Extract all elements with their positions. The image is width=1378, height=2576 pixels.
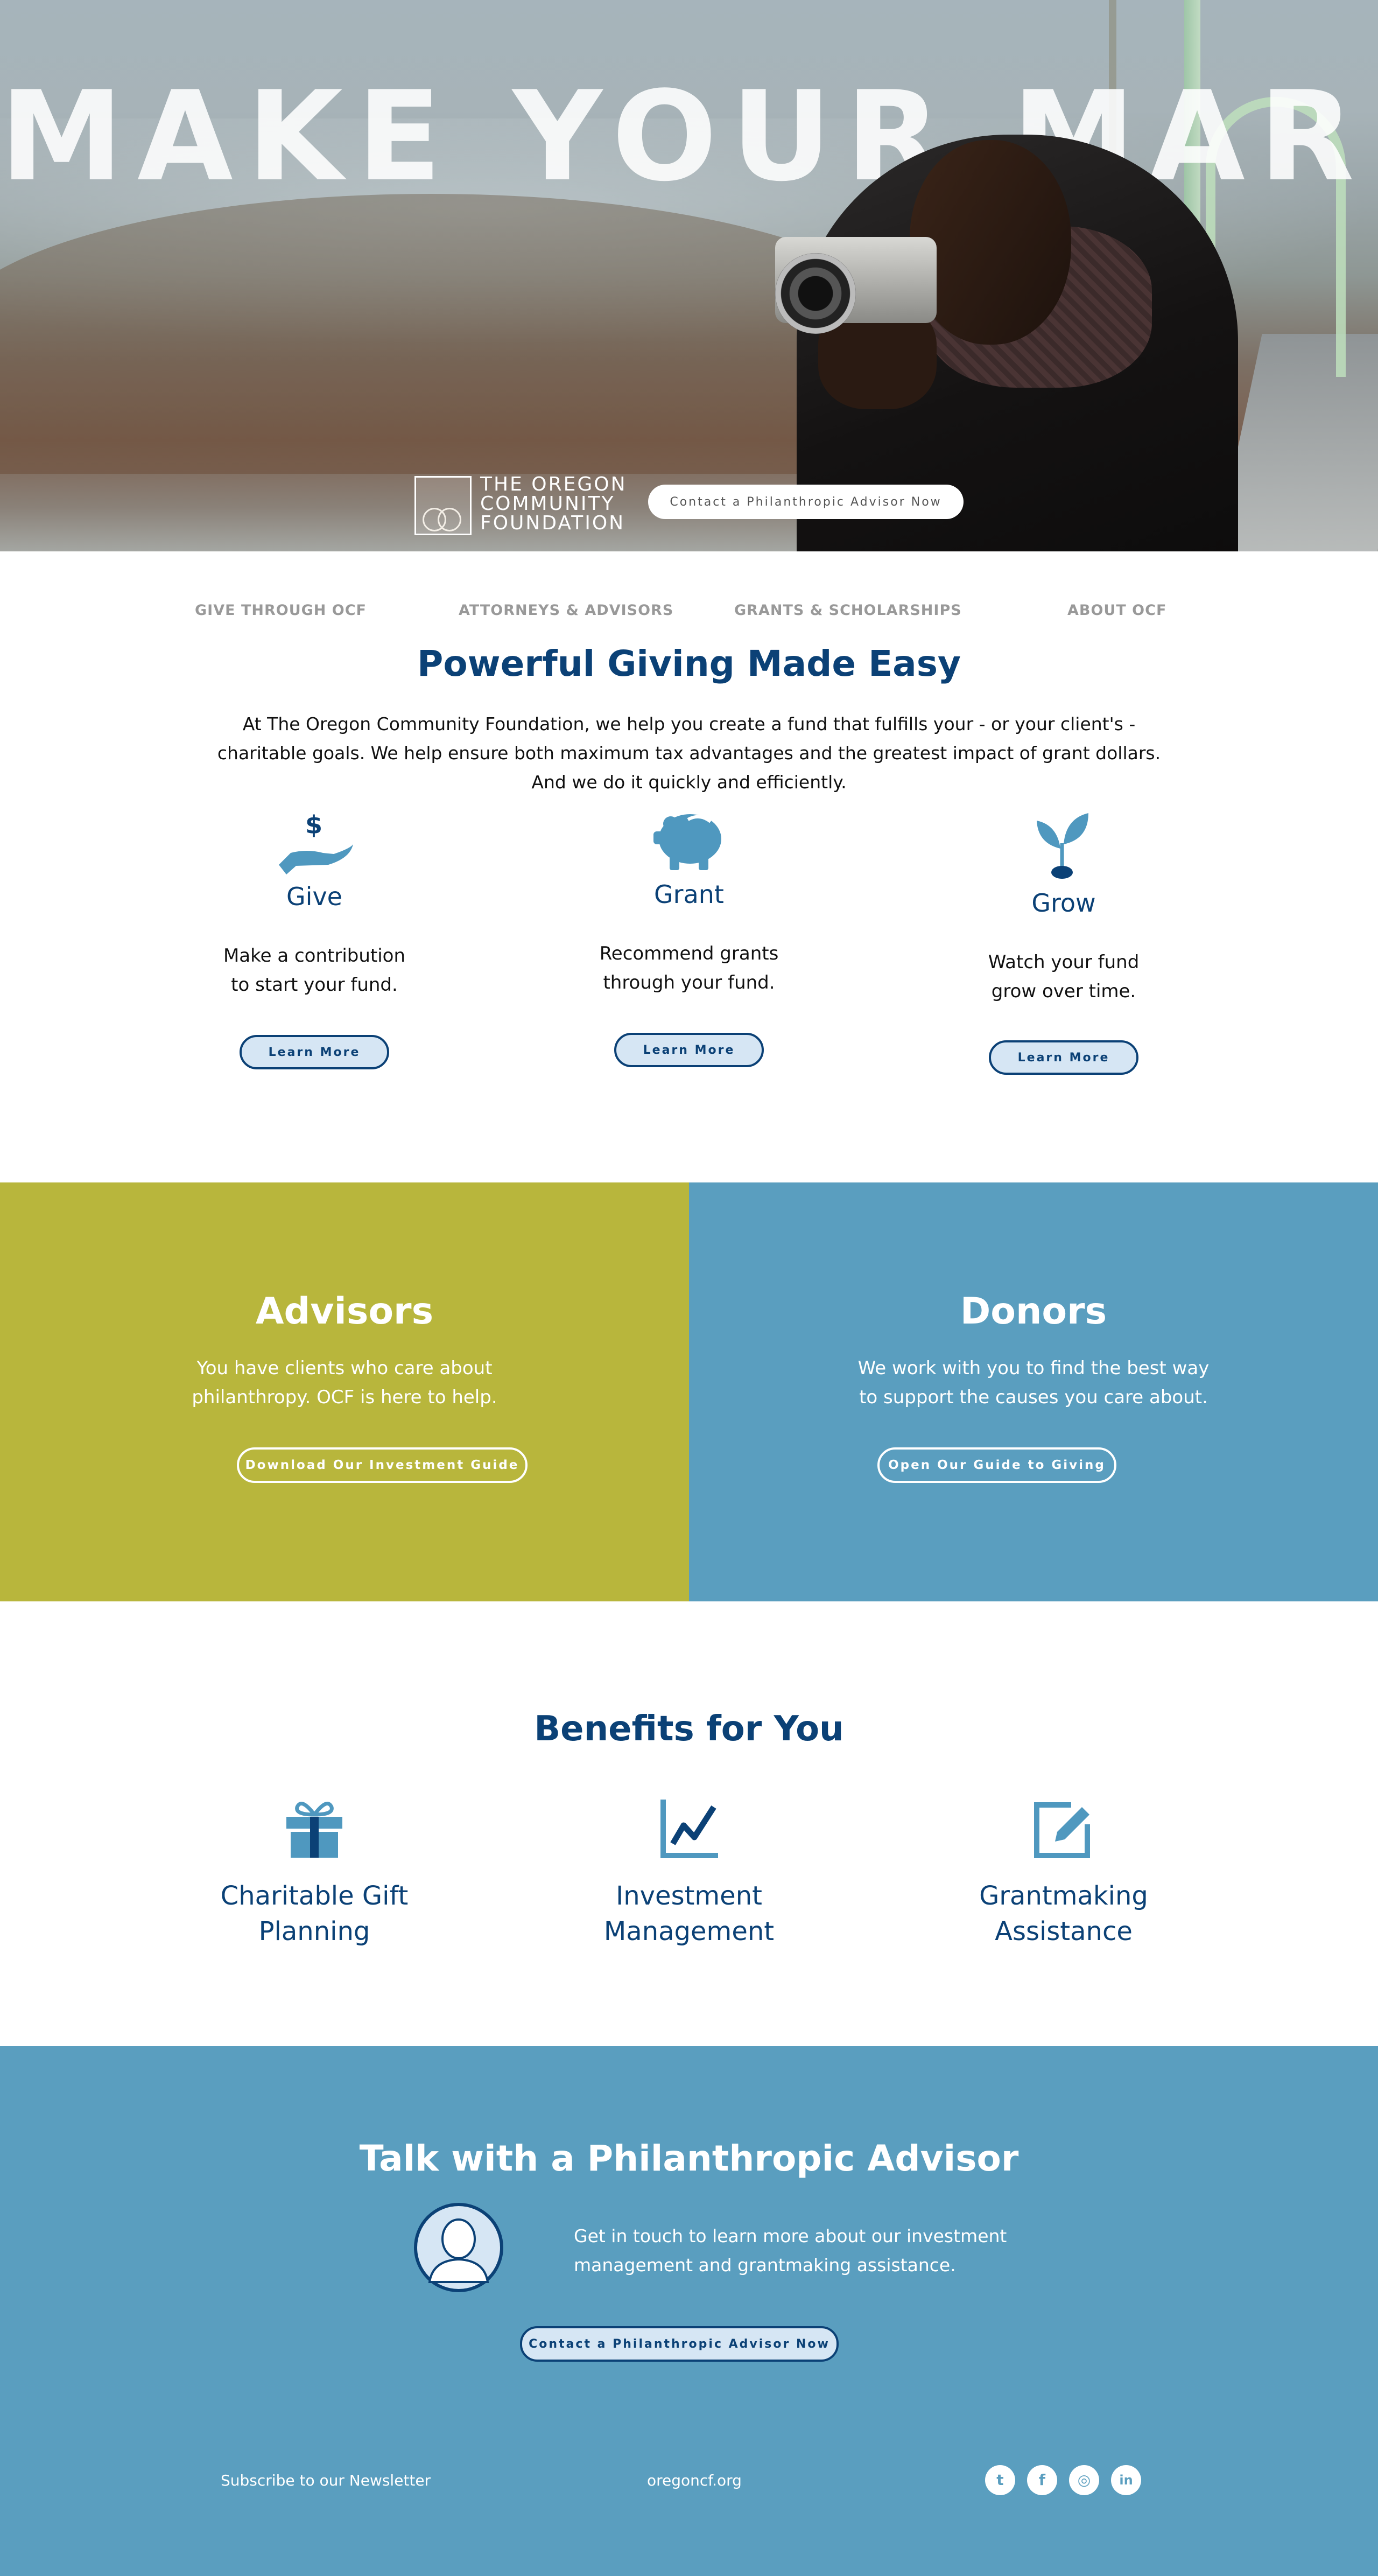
feature-give-title: Give — [286, 882, 342, 911]
advisors-panel: Advisors You have clients who care about… — [0, 1182, 689, 1601]
logo-line-2: COMMUNITY — [480, 493, 615, 515]
intro-heading: Powerful Giving Made Easy — [417, 643, 961, 684]
benefit-investment-management: Investment Management — [528, 1878, 850, 1949]
grow-learn-more-button[interactable]: Learn More — [989, 1040, 1138, 1075]
feature-grow-title: Grow — [1031, 888, 1096, 918]
linkedin-icon[interactable]: in — [1111, 2465, 1141, 2495]
advisors-text: You have clients who care about philanth… — [0, 1354, 689, 1412]
hero-title: MAKE YOUR MARK — [0, 65, 1378, 209]
contact-line-2: management and grantmaking assistance. — [574, 2255, 956, 2276]
contact-text: Get in touch to learn more about our inv… — [574, 2222, 1058, 2280]
feature-grow-line-2: grow over time. — [991, 981, 1136, 1002]
hero-banner: MAKE YOUR MARK THE OREGON COMMUNITY FOUN… — [0, 0, 1378, 551]
facebook-icon[interactable]: f — [1027, 2465, 1057, 2495]
logo-line-3: FOUNDATION — [480, 512, 625, 534]
hero-camera-lens — [775, 253, 856, 334]
open-guide-to-giving-button[interactable]: Open Our Guide to Giving — [877, 1447, 1116, 1483]
ocf-logo-mark[interactable] — [414, 476, 472, 535]
nav-about-ocf[interactable]: ABOUT OCF — [1067, 602, 1166, 619]
nav-attorneys-advisors[interactable]: ATTORNEYS & ADVISORS — [459, 602, 673, 619]
feature-grow-text: Watch your fund grow over time. — [929, 948, 1198, 1006]
ocf-logo-text[interactable]: THE OREGON COMMUNITY FOUNDATION — [480, 475, 627, 533]
feature-grant-line-2: through your fund. — [603, 972, 775, 993]
feature-give-line-1: Make a contribution — [223, 945, 406, 967]
intro-text: At The Oregon Community Foundation, we h… — [217, 713, 1161, 793]
benefits-heading: Benefits for You — [534, 1709, 844, 1749]
site-url-link[interactable]: oregoncf.org — [647, 2472, 742, 2489]
benefit-grantmaking-line-1: Grantmaking — [979, 1881, 1148, 1911]
feature-grow-line-1: Watch your fund — [988, 951, 1140, 973]
feature-give-text: Make a contribution to start your fund. — [180, 941, 449, 999]
download-investment-guide-button[interactable]: Download Our Investment Guide — [237, 1447, 528, 1483]
donors-line-1: We work with you to find the best way — [857, 1357, 1210, 1379]
benefit-grantmaking-assistance: Grantmaking Assistance — [902, 1878, 1225, 1949]
benefit-investment-line-1: Investment — [616, 1881, 762, 1911]
give-learn-more-button[interactable]: Learn More — [240, 1035, 389, 1069]
feature-grant-title: Grant — [654, 880, 724, 909]
nav-grants-scholarships[interactable]: GRANTS & SCHOLARSHIPS — [734, 602, 962, 619]
feature-give-line-2: to start your fund. — [231, 974, 398, 996]
advisors-line-2: philanthropy. OCF is here to help. — [192, 1387, 497, 1408]
hero-contact-advisor-button[interactable]: Contact a Philanthropic Advisor Now — [648, 485, 964, 519]
advisors-line-1: You have clients who care about — [196, 1357, 493, 1379]
donors-text: We work with you to find the best way to… — [689, 1354, 1378, 1412]
contact-heading: Talk with a Philanthropic Advisor — [359, 2138, 1019, 2179]
twitter-icon[interactable]: t — [985, 2465, 1015, 2495]
feature-grant-line-1: Recommend grants — [599, 943, 779, 964]
contact-line-1: Get in touch to learn more about our inv… — [574, 2225, 1007, 2246]
hero-hill — [0, 194, 915, 474]
benefit-gift-planning: Charitable Gift Planning — [153, 1878, 476, 1949]
advisor-avatar-icon — [413, 2202, 504, 2293]
donors-heading: Donors — [960, 1290, 1107, 1333]
nav-give-through-ocf[interactable]: GIVE THROUGH OCF — [195, 602, 367, 619]
benefit-gift-line-1: Charitable Gift — [220, 1881, 409, 1911]
donors-line-2: to support the causes you care about. — [859, 1387, 1208, 1408]
svg-text:$: $ — [305, 811, 322, 839]
edit-icon — [1034, 1798, 1093, 1859]
donors-panel: Donors We work with you to find the best… — [689, 1182, 1378, 1601]
chart-icon — [660, 1798, 719, 1859]
feature-grant-text: Recommend grants through your fund. — [554, 939, 824, 997]
hand-dollar-icon: $ — [275, 810, 355, 876]
subscribe-newsletter-link[interactable]: Subscribe to our Newsletter — [221, 2472, 431, 2489]
contact-section: Talk with a Philanthropic Advisor Get in… — [0, 2046, 1378, 2576]
logo-line-1: THE OREGON — [480, 473, 627, 495]
benefit-grantmaking-line-2: Assistance — [995, 1916, 1133, 1947]
grant-learn-more-button[interactable]: Learn More — [614, 1033, 764, 1067]
advisors-heading: Advisors — [255, 1290, 434, 1333]
gift-icon — [285, 1800, 343, 1859]
benefit-investment-line-2: Management — [603, 1916, 775, 1947]
benefit-gift-line-2: Planning — [258, 1916, 370, 1947]
logo-ring-right — [438, 508, 461, 531]
contact-advisor-button[interactable]: Contact a Philanthropic Advisor Now — [520, 2326, 839, 2362]
instagram-icon[interactable]: ◎ — [1069, 2465, 1099, 2495]
piggy-bank-icon — [651, 808, 727, 872]
sprout-icon — [1032, 811, 1092, 881]
